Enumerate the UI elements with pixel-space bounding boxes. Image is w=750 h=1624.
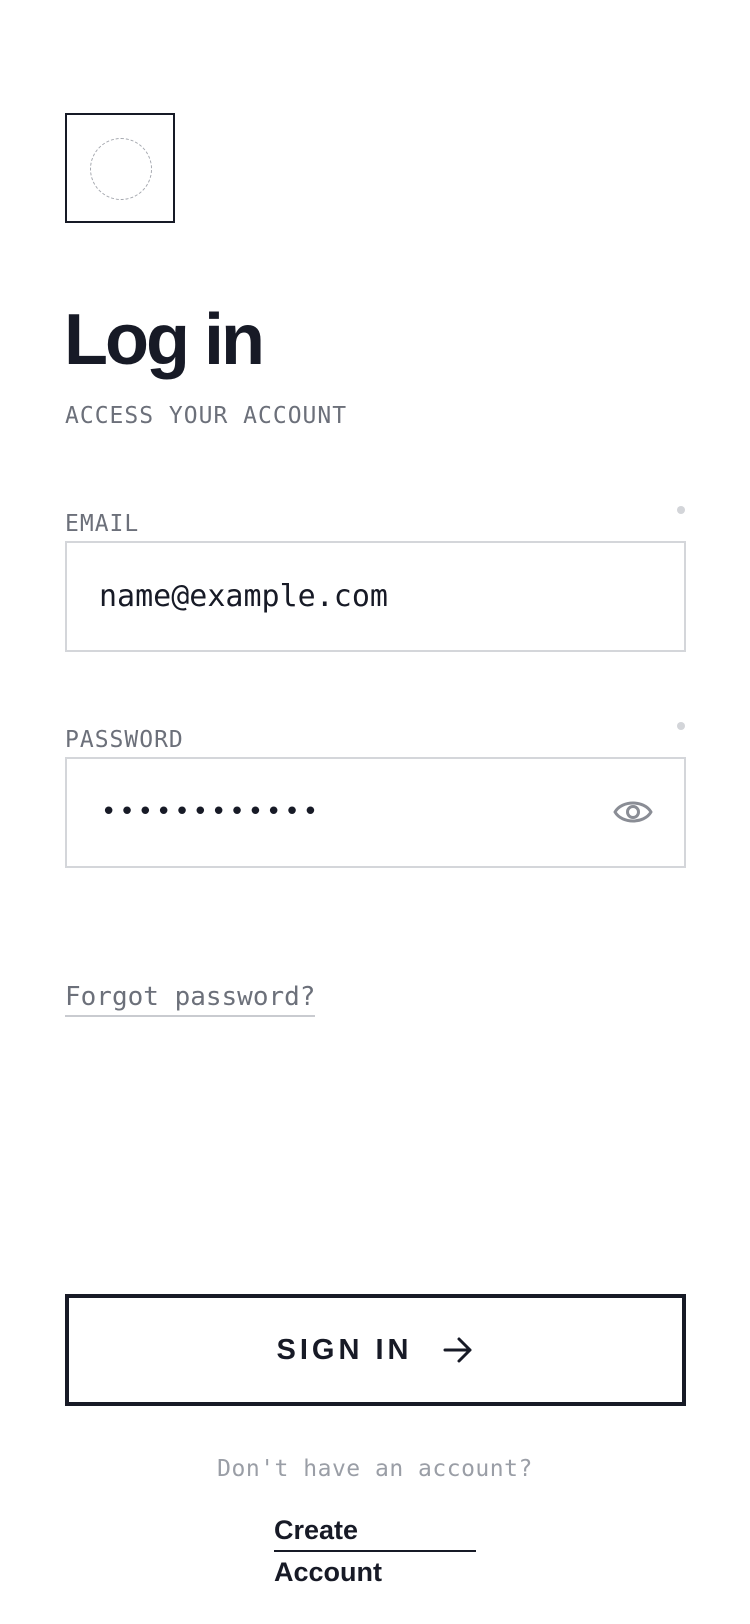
email-field[interactable]: name@example.com (65, 541, 686, 652)
password-required-indicator (677, 722, 685, 730)
no-account-prompt: Don't have an account? (217, 1456, 533, 1482)
create-account-link[interactable]: Create Account (274, 1510, 476, 1592)
password-value: •••••••••••• (101, 797, 322, 827)
sign-in-label: SIGN IN (276, 1333, 413, 1366)
logo-placeholder (65, 113, 175, 223)
logo-placeholder-icon (90, 138, 152, 200)
password-label: PASSWORD (65, 727, 184, 753)
eye-icon[interactable] (613, 797, 653, 827)
email-label: EMAIL (65, 511, 140, 537)
password-field[interactable]: •••••••••••• (65, 757, 686, 868)
arrow-right-icon (443, 1337, 472, 1363)
page-subtitle: ACCESS YOUR ACCOUNT (65, 403, 348, 429)
forgot-password-link[interactable]: Forgot password? (65, 981, 316, 1017)
page-title: Log in (64, 300, 265, 380)
create-account-line1: Create (274, 1510, 476, 1552)
email-required-indicator (677, 506, 685, 514)
sign-in-button[interactable]: SIGN IN (65, 1294, 686, 1406)
create-account-line2: Account (274, 1557, 382, 1587)
email-value: name@example.com (99, 579, 388, 614)
